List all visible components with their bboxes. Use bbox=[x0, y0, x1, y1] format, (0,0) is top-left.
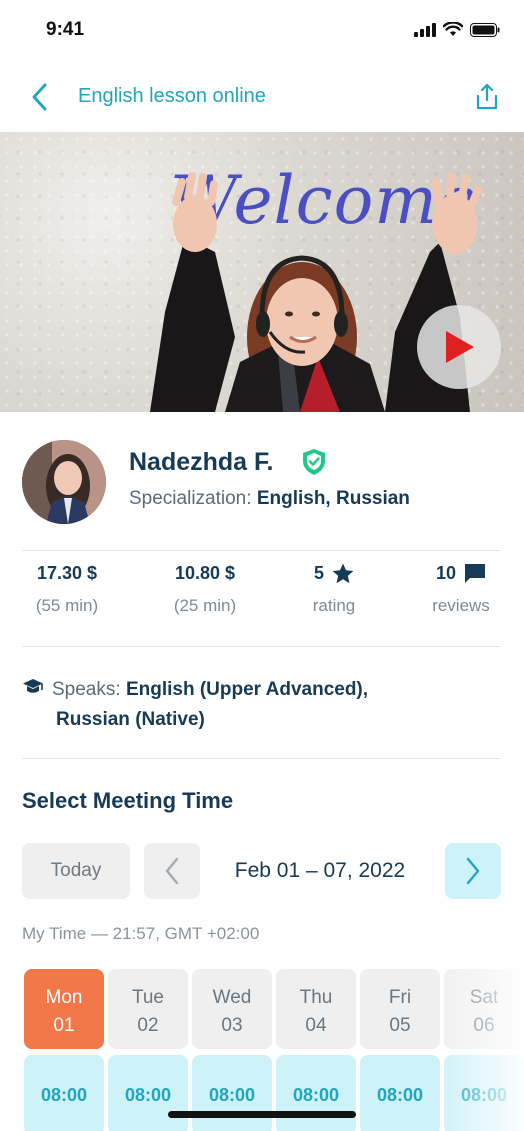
stat-label: reviews bbox=[432, 596, 490, 615]
chevron-left-icon bbox=[165, 857, 179, 885]
time-slot-label: 08:00 bbox=[40, 1085, 88, 1105]
day-mon[interactable]: Mon 01 bbox=[24, 969, 104, 1049]
status-bar: 9:41 bbox=[0, 0, 524, 62]
graduation-cap-icon bbox=[23, 679, 43, 693]
wifi-icon bbox=[443, 22, 463, 36]
play-icon bbox=[446, 331, 474, 363]
specialization-value: English, Russian bbox=[256, 488, 410, 509]
share-icon bbox=[476, 83, 498, 110]
time-slot[interactable]: 08:00 bbox=[108, 1055, 188, 1131]
speaks-language-1: English (Upper Advanced), bbox=[125, 679, 369, 700]
date-range: Feb 01 – 07, 2022 bbox=[234, 859, 406, 882]
stat-value: 10.80 $ bbox=[174, 562, 236, 583]
day-number: 06 bbox=[473, 1015, 495, 1036]
previous-week-button[interactable] bbox=[144, 843, 200, 899]
play-button[interactable] bbox=[417, 305, 501, 389]
my-time: My Time — 21:57, GMT +02:00 bbox=[22, 924, 260, 943]
avatar-portrait bbox=[22, 440, 106, 524]
stat-label: (55 min) bbox=[35, 596, 99, 615]
battery-icon bbox=[470, 22, 500, 37]
time-slot[interactable]: 08:00 bbox=[192, 1055, 272, 1131]
status-time: 9:41 bbox=[46, 19, 85, 40]
tutor-profile: Nadezhda F. Specialization: English, Rus… bbox=[22, 440, 502, 530]
time-slot[interactable]: 08:00 bbox=[360, 1055, 440, 1131]
day-number: 02 bbox=[137, 1015, 159, 1036]
day-name: Tue bbox=[131, 987, 165, 1008]
date-navigation: Today Feb 01 – 07, 2022 bbox=[22, 843, 502, 901]
day-sat[interactable]: Sat 06 bbox=[444, 969, 524, 1049]
divider bbox=[22, 758, 501, 759]
specialization-label: Specialization: bbox=[129, 488, 252, 509]
time-slot-label: 08:00 bbox=[460, 1085, 508, 1105]
share-button[interactable] bbox=[472, 80, 502, 114]
star-icon bbox=[332, 563, 354, 583]
speaks-language-2: Russian (Native) bbox=[56, 709, 205, 730]
time-slot-label: 08:00 bbox=[208, 1085, 256, 1105]
day-tue[interactable]: Tue 02 bbox=[108, 969, 188, 1049]
status-icons bbox=[414, 22, 500, 37]
time-slot[interactable]: 08:00 bbox=[444, 1055, 524, 1131]
speaks-label: Speaks: bbox=[52, 679, 121, 700]
time-slot[interactable]: 08:00 bbox=[276, 1055, 356, 1131]
shield-check-icon bbox=[303, 449, 325, 475]
nav-bar: English lesson online bbox=[0, 62, 524, 132]
day-thu[interactable]: Thu 04 bbox=[276, 969, 356, 1049]
day-name: Thu bbox=[299, 987, 333, 1008]
tutor-name: Nadezhda F. bbox=[129, 448, 274, 476]
day-number: 01 bbox=[53, 1015, 75, 1036]
comment-icon bbox=[465, 563, 486, 583]
day-name: Mon bbox=[45, 987, 83, 1008]
time-slot[interactable]: 08:00 bbox=[24, 1055, 104, 1131]
day-wed[interactable]: Wed 03 bbox=[192, 969, 272, 1049]
stat-rating: 5 rating bbox=[292, 560, 376, 616]
page-title: English lesson online bbox=[78, 85, 266, 107]
stat-reviews[interactable]: 10 reviews bbox=[420, 560, 502, 616]
stat-value: 17.30 $ bbox=[36, 562, 98, 583]
specialization: Specialization: English, Russian bbox=[129, 488, 410, 510]
stat-value: 10 bbox=[435, 562, 457, 583]
time-slot-label: 08:00 bbox=[376, 1085, 424, 1105]
day-name: Sat bbox=[469, 987, 499, 1008]
back-button[interactable] bbox=[24, 80, 54, 114]
avatar[interactable] bbox=[22, 440, 106, 524]
day-number: 03 bbox=[221, 1015, 243, 1036]
day-number: 05 bbox=[389, 1015, 411, 1036]
chevron-right-icon bbox=[466, 857, 480, 885]
stat-price-25: 10.80 $ (25 min) bbox=[157, 560, 253, 616]
time-slot-label: 08:00 bbox=[124, 1085, 172, 1105]
day-selector: Mon 01 Tue 02 Wed 03 Thu 04 Fri 05 Sat 0… bbox=[24, 969, 524, 1131]
time-slot-label: 08:00 bbox=[292, 1085, 340, 1105]
day-number: 04 bbox=[305, 1015, 327, 1036]
signal-icon bbox=[414, 22, 436, 37]
tutor-stats: 17.30 $ (55 min) 10.80 $ (25 min) 5 rati… bbox=[22, 560, 502, 640]
stat-price-55: 17.30 $ (55 min) bbox=[22, 560, 112, 616]
today-button[interactable]: Today bbox=[22, 843, 130, 899]
home-indicator bbox=[168, 1111, 356, 1118]
section-title: Select Meeting Time bbox=[22, 788, 234, 813]
stat-label: rating bbox=[312, 596, 356, 615]
stat-label: (25 min) bbox=[173, 596, 237, 615]
day-name: Fri bbox=[388, 987, 412, 1008]
day-fri[interactable]: Fri 05 bbox=[360, 969, 440, 1049]
day-name: Wed bbox=[212, 987, 252, 1008]
next-week-button[interactable] bbox=[445, 843, 501, 899]
chevron-left-icon bbox=[32, 83, 47, 111]
divider bbox=[22, 550, 501, 551]
languages-spoken: Speaks: English (Upper Advanced), Russia… bbox=[22, 675, 502, 735]
divider bbox=[22, 646, 501, 647]
stat-value: 5 bbox=[313, 562, 324, 583]
